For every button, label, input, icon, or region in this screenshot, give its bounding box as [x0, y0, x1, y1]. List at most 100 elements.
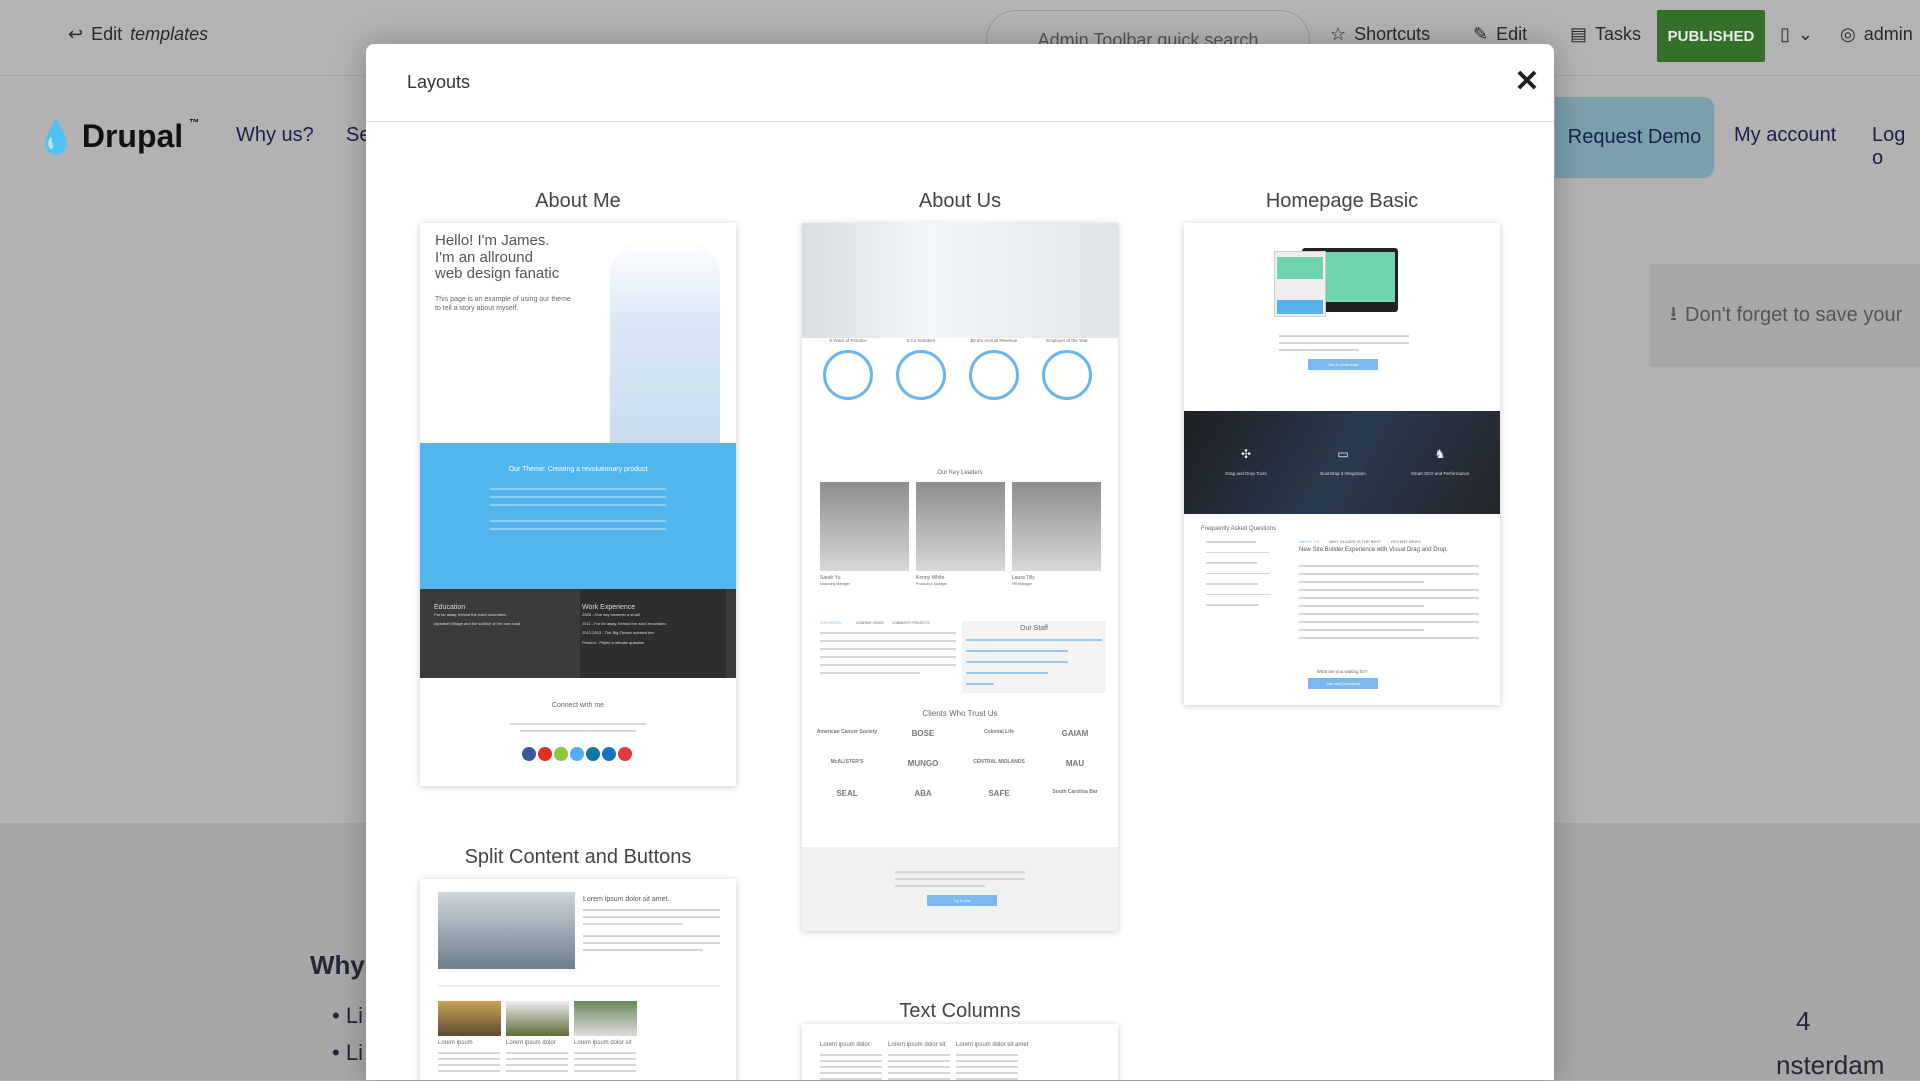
- text-line: [438, 1064, 500, 1066]
- column-image: [574, 1001, 637, 1036]
- text-line: [1299, 581, 1424, 583]
- download-icon: ⭳: [1670, 302, 1677, 325]
- leader-name: Sarah Yu: [820, 575, 841, 581]
- text-line: [888, 1054, 950, 1056]
- feature-icon: ♞: [1434, 447, 1446, 461]
- social-icon: [554, 747, 568, 761]
- text-line: [820, 1078, 882, 1080]
- staff-title: Our Staff: [1020, 625, 1048, 632]
- nav-my-account[interactable]: My account: [1734, 124, 1836, 147]
- edit-button[interactable]: ✎ Edit: [1473, 24, 1527, 45]
- text-line: [1299, 573, 1479, 575]
- drupal-logo[interactable]: 💧 Drupal ™: [36, 118, 199, 156]
- waiting-text: What are you waiting for?: [1316, 669, 1368, 674]
- faq-item: [1206, 541, 1256, 543]
- text-line: [820, 656, 956, 658]
- shortcuts-button[interactable]: ☆ Shortcuts: [1330, 24, 1430, 45]
- faq-item: [1206, 572, 1270, 574]
- edit-templates-link[interactable]: ↩ Edit templates: [68, 24, 208, 45]
- section-heading: Why: [310, 950, 365, 980]
- client-logo: American Cancer Society: [816, 729, 878, 735]
- text-line: [574, 1070, 636, 1072]
- homepage-tabs: ABOUT US WHY GLAZED IS THE BEST RECENT NEW…: [1299, 539, 1421, 544]
- text-line: [888, 1078, 950, 1080]
- layout-card-about-me[interactable]: Hello! I'm James. I'm an allround web desi…: [420, 223, 736, 786]
- stat-label: 9 Years of Practice: [829, 338, 867, 343]
- layout-card-text-columns[interactable]: Lorem ipsum dolor Lorem ipsum dolor sit Lo…: [802, 1024, 1118, 1080]
- layout-title-text-columns: Text Columns: [899, 1000, 1021, 1022]
- layout-card-homepage-basic[interactable]: Join to Download ✣ Drag and Drop Tools ▭ Bo…: [1184, 223, 1500, 705]
- request-demo-button[interactable]: Request Demo: [1555, 97, 1714, 178]
- nav-why-us[interactable]: Why us?: [236, 124, 314, 147]
- client-logo: McALISTER'S: [830, 759, 864, 765]
- faq-item: [1206, 593, 1271, 595]
- close-icon[interactable]: ✕: [1512, 64, 1542, 100]
- man-photo: [438, 892, 575, 969]
- star-icon: ☆: [1330, 24, 1347, 44]
- user-menu[interactable]: ◎ admin: [1840, 24, 1913, 45]
- text-line: [888, 1060, 950, 1062]
- layout-card-split-content[interactable]: Lorem ipsum dolor sit amet. Lorem ipsum L…: [420, 879, 736, 1080]
- faq-item: [1206, 583, 1258, 585]
- text-line: [820, 632, 956, 634]
- text-line: [1299, 637, 1479, 639]
- feature-icon: ▭: [1337, 447, 1349, 461]
- nav-logout[interactable]: Log o: [1872, 124, 1920, 170]
- text-line: [956, 1078, 1018, 1080]
- work-experience: Work Experience 2008 - One day however a …: [582, 604, 667, 645]
- social-icon: [522, 747, 536, 761]
- text-line: [1299, 597, 1479, 599]
- client-logo: CENTRAL MIDLANDS: [973, 759, 1025, 765]
- column-heading: Lorem ipsum dolor sit amet: [956, 1042, 1029, 1048]
- join-and-download-button: Join and Download: [1308, 678, 1378, 689]
- layout-title-about-us: About Us: [918, 190, 1002, 212]
- text-line: [956, 1072, 1018, 1074]
- faq-item: [1206, 604, 1259, 606]
- modal-title: Layouts: [407, 72, 471, 92]
- social-icon: [570, 747, 584, 761]
- published-badge[interactable]: PUBLISHED: [1657, 10, 1765, 62]
- text-line: [574, 1064, 636, 1066]
- layout-title-about-me: About Me: [535, 190, 621, 212]
- tab: COMPANY VISION: [856, 621, 884, 625]
- client-logo: South Carolina Bar: [1052, 789, 1098, 795]
- office-hero-image: [802, 223, 1118, 338]
- faq-item: [1206, 562, 1257, 564]
- tablet-mockup: [1274, 251, 1326, 317]
- layouts-modal: Layouts ✕ About Me Hello! I'm James. I'm …: [366, 44, 1554, 1080]
- layout-title-split-content: Split Content and Buttons: [464, 846, 692, 868]
- text-line: [1299, 629, 1424, 631]
- text-line: [820, 1054, 882, 1056]
- text-line: [956, 1066, 1018, 1068]
- faq-item: [1206, 551, 1269, 553]
- list-item: • Li: [332, 1040, 363, 1065]
- pencil-icon: ✎: [1473, 24, 1489, 44]
- social-icon: [586, 747, 600, 761]
- tasks-icon: ▤: [1570, 24, 1588, 44]
- user-icon: ◎: [1840, 24, 1856, 44]
- social-icon: [602, 747, 616, 761]
- layout-card-about-us[interactable]: Our Key Leaders Our Staff Clients Who Tr…: [802, 223, 1118, 931]
- faq-title: Frequently Asked Questions: [1201, 526, 1277, 532]
- tasks-button[interactable]: ▤ Tasks: [1570, 24, 1641, 45]
- text-line: [1299, 589, 1479, 591]
- mobile-icon: ▯: [1780, 24, 1790, 44]
- social-icon: [618, 747, 632, 761]
- layout-title-homepage-basic: Homepage Basic: [1265, 190, 1419, 212]
- column-heading: Lorem ipsum dolor sit: [888, 1042, 946, 1048]
- text-line: [438, 1052, 500, 1054]
- device-preview-dropdown[interactable]: ▯ ⌄: [1780, 24, 1813, 45]
- back-arrow-icon: ↩: [68, 24, 84, 44]
- leaders-title: Our Key Leaders: [937, 470, 983, 476]
- text-line: [956, 1054, 1018, 1056]
- stat-circle: [969, 350, 1019, 400]
- column-heading: Lorem ipsum dolor: [506, 1040, 556, 1046]
- column-image: [438, 1001, 501, 1036]
- client-logo: Colonial Life: [984, 729, 1014, 735]
- text-line: [820, 1060, 882, 1062]
- feature-label: Bootstrap 3 Integration: [1320, 471, 1366, 476]
- list-item: • Li: [332, 1003, 363, 1028]
- client-logo: MAU: [1065, 759, 1085, 768]
- text-line: [1299, 605, 1424, 607]
- portrait-image: [610, 238, 720, 443]
